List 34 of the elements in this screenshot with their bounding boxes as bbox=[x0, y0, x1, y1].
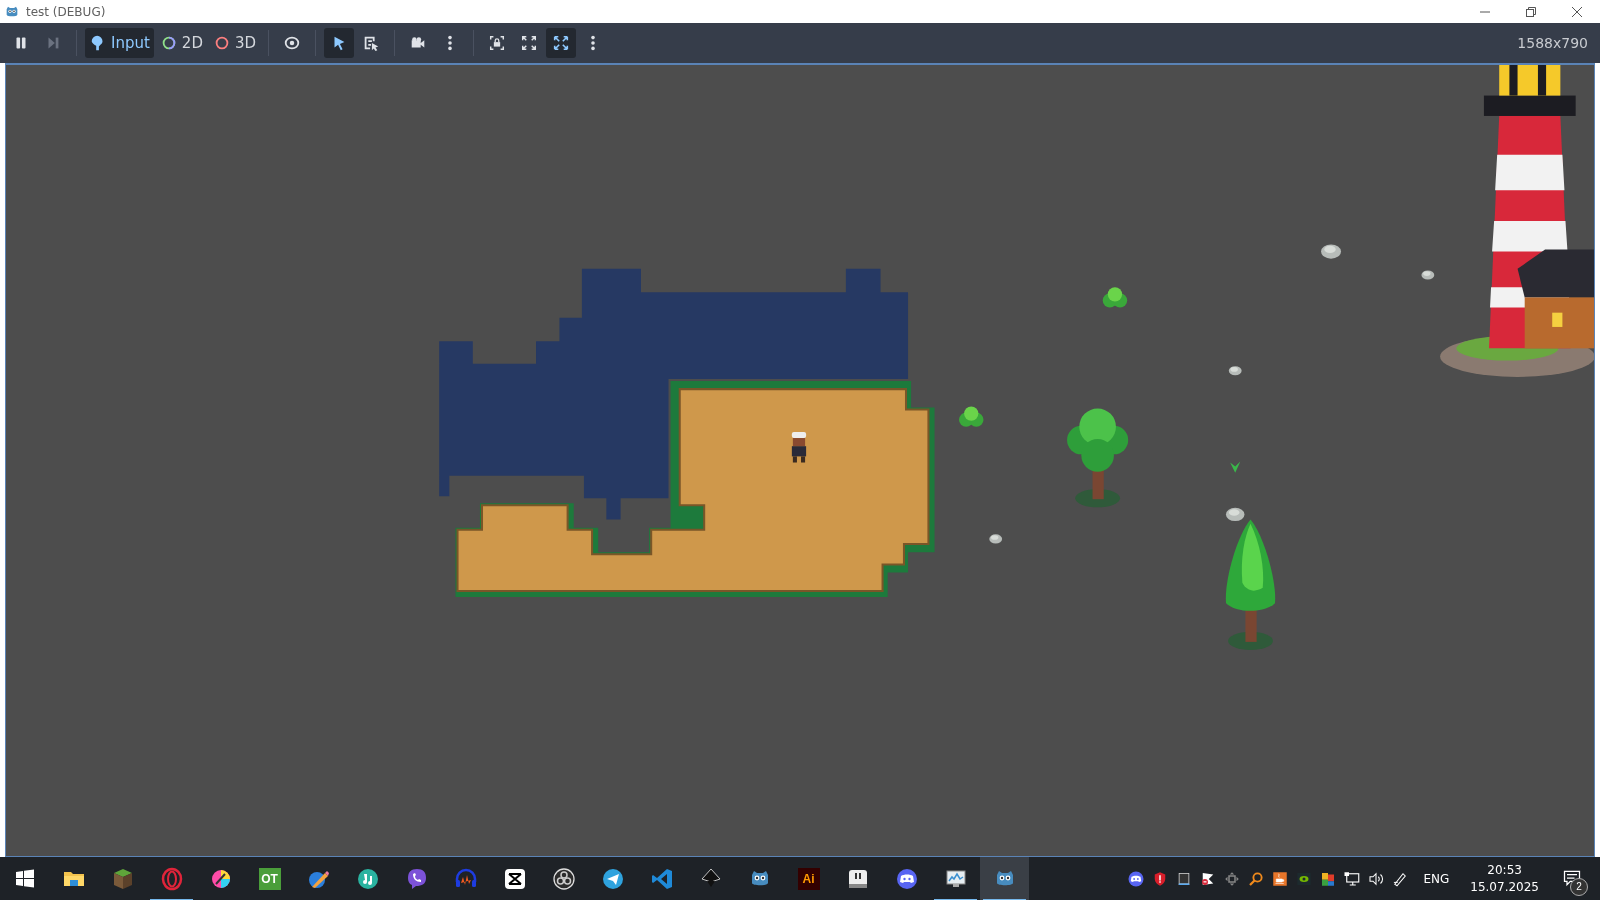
taskbar-button[interactable]: Ai bbox=[784, 856, 833, 900]
window-title: test (DEBUG) bbox=[26, 4, 107, 19]
volume-icon bbox=[1366, 870, 1385, 889]
restore-icon bbox=[1525, 5, 1537, 18]
language-indicator[interactable]: ENG bbox=[1423, 872, 1450, 887]
pointer-icon[interactable] bbox=[324, 28, 355, 58]
clock[interactable]: 20:53 15.07.2025 bbox=[1462, 862, 1547, 897]
close-icon bbox=[1571, 5, 1583, 18]
rock bbox=[1225, 507, 1245, 522]
network-icon bbox=[1342, 870, 1361, 889]
paper-plane-icon bbox=[600, 867, 625, 892]
rock bbox=[1228, 366, 1242, 376]
mode-tab[interactable]: 3D bbox=[208, 28, 261, 58]
mode-tab[interactable]: Input bbox=[85, 28, 154, 58]
code-icon bbox=[649, 867, 674, 892]
fullscreen-icon[interactable] bbox=[546, 28, 577, 58]
bush bbox=[1102, 287, 1128, 308]
bush bbox=[959, 406, 984, 427]
sprout bbox=[1230, 461, 1241, 473]
resolution-label: 1588x790 bbox=[1517, 35, 1589, 51]
mode-tab[interactable]: 2D bbox=[155, 28, 207, 58]
gamepad-icon bbox=[1126, 870, 1145, 889]
character-sprite bbox=[791, 431, 807, 463]
rock bbox=[989, 534, 1003, 544]
rock bbox=[1421, 270, 1435, 280]
ring-icon bbox=[159, 867, 184, 892]
cup-icon bbox=[1270, 870, 1289, 889]
music-note-icon bbox=[355, 867, 380, 892]
notifications-button[interactable]: 2 bbox=[1550, 856, 1594, 900]
notification-count: 2 bbox=[1570, 877, 1588, 896]
gamepad-icon bbox=[894, 867, 919, 892]
app-logo: OT bbox=[258, 868, 281, 891]
rock bbox=[1321, 244, 1341, 259]
app-logo: Ai bbox=[797, 868, 820, 891]
